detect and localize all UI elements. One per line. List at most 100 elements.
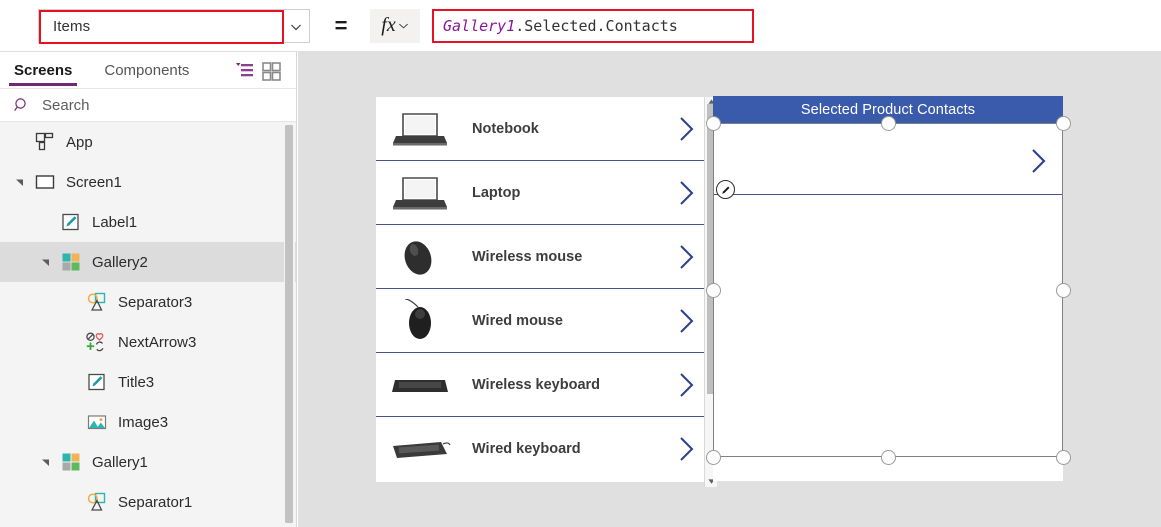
edit-pencil-badge[interactable] — [716, 180, 735, 199]
tree-item-label: Separator1 — [118, 493, 193, 511]
gallery-icon — [60, 451, 82, 473]
caret-placeholder — [66, 376, 78, 388]
gallery-item-title: Wireless keyboard — [472, 376, 601, 393]
tree-item-label: Title3 — [118, 373, 155, 391]
gallery-item-title: Laptop — [472, 184, 521, 201]
tree-item-label: Image3 — [118, 413, 169, 431]
sidebar-item-title3[interactable]: Title3 — [0, 362, 296, 402]
fx-button[interactable]: fx — [370, 8, 420, 43]
wired-keyboard-thumbnail — [388, 427, 452, 471]
chevron-down-icon — [291, 24, 301, 30]
tab-screens[interactable]: Screens — [9, 52, 78, 88]
gallery-header-bar: Selected Product Contacts — [713, 96, 1063, 123]
formula-remainder: .Selected.Contacts — [515, 16, 678, 35]
caret-placeholder — [66, 336, 78, 348]
gallery-item-title: Wired keyboard — [472, 441, 581, 457]
tree-item-label: Screen1 — [66, 173, 122, 191]
chevron-right-icon[interactable] — [677, 307, 697, 335]
equals-sign: = — [334, 12, 348, 38]
property-dropdown-value: Items — [53, 18, 91, 35]
property-dropdown-box[interactable]: Items — [39, 9, 284, 44]
sidebar-item-separator3[interactable]: Separator3 — [0, 282, 296, 322]
gallery-item[interactable]: Wireless keyboard — [376, 353, 710, 417]
shapes-icon — [86, 491, 108, 513]
sidebar-item-screen1[interactable]: Screen1 — [0, 162, 296, 202]
laptop-thumbnail — [388, 171, 452, 215]
sidebar-scrollbar-track[interactable] — [284, 122, 295, 527]
sidebar-item-gallery1[interactable]: Gallery1 — [0, 442, 296, 482]
chevron-right-icon[interactable] — [677, 371, 697, 399]
gallery-item[interactable]: Wired mouse — [376, 289, 710, 353]
gallery-header-title: Selected Product Contacts — [800, 101, 976, 118]
chevron-right-icon[interactable] — [677, 243, 697, 271]
icon-set-icon — [86, 331, 108, 353]
caret-expanded-icon[interactable] — [40, 456, 52, 468]
image-icon — [86, 411, 108, 433]
left-sidebar: Screens Components Search App Screen1 La… — [0, 52, 297, 527]
selected-product-contacts-gallery[interactable]: Selected Product Contacts — [713, 96, 1063, 481]
sidebar-item-gallery2[interactable]: Gallery2 — [0, 242, 296, 282]
tab-components[interactable]: Components — [99, 52, 194, 88]
gallery-item-title: Notebook — [472, 120, 539, 137]
formula-input[interactable]: Gallery1 .Selected.Contacts — [432, 8, 754, 43]
notebook-thumbnail — [388, 107, 452, 151]
screens-tree: App Screen1 Label1 Gallery2 Separator3 NextAr… — [0, 122, 296, 527]
wireless-mouse-thumbnail — [388, 235, 452, 279]
sidebar-item-nextarrow3[interactable]: NextArrow3 — [0, 322, 296, 362]
wireless-keyboard-thumbnail — [388, 363, 452, 407]
gallery-item[interactable]: Laptop — [376, 161, 710, 225]
search-input-placeholder: Search — [42, 96, 90, 114]
tree-item-label: Separator3 — [118, 293, 193, 311]
caret-placeholder — [40, 216, 52, 228]
app-canvas: Notebook Laptop Wireless mouse Wired mouse W… — [298, 52, 1161, 527]
shapes-icon — [86, 291, 108, 313]
sidebar-item-app[interactable]: App — [0, 122, 296, 162]
chevron-right-icon[interactable] — [677, 115, 697, 143]
sidebar-item-label1[interactable]: Label1 — [0, 202, 296, 242]
app-icon — [34, 131, 56, 153]
caret-expanded-icon[interactable] — [14, 176, 26, 188]
property-dropdown[interactable]: Items — [38, 8, 310, 44]
search-icon — [14, 98, 26, 111]
sidebar-tabs: Screens Components — [0, 52, 296, 88]
tree-item-label: Label1 — [92, 213, 138, 231]
gallery-item[interactable]: Wired keyboard — [376, 417, 710, 481]
tree-item-label: Gallery1 — [92, 453, 148, 471]
gallery-item-title: Wired mouse — [472, 312, 563, 329]
chevron-right-icon[interactable] — [677, 179, 697, 207]
screen-icon — [34, 171, 56, 193]
gallery-item-title: Wireless mouse — [472, 248, 583, 265]
gallery-item[interactable]: Wireless mouse — [376, 225, 710, 289]
gallery-item[interactable]: Notebook — [376, 97, 710, 161]
tree-view-icon[interactable] — [232, 58, 258, 84]
tree-item-label: Gallery2 — [92, 253, 148, 271]
wired-mouse-thumbnail — [388, 298, 452, 343]
caret-placeholder — [66, 416, 78, 428]
chevron-right-icon[interactable] — [1028, 146, 1050, 176]
caret-expanded-icon[interactable] — [40, 256, 52, 268]
product-gallery[interactable]: Notebook Laptop Wireless mouse Wired mouse W… — [376, 97, 710, 482]
tree-item-label: NextArrow3 — [118, 333, 197, 351]
caret-placeholder — [66, 496, 78, 508]
gallery-empty-row[interactable] — [713, 123, 1063, 195]
tree-item-label: App — [66, 133, 93, 151]
tab-screens-label: Screens — [14, 61, 73, 79]
caret-placeholder — [66, 296, 78, 308]
caret-placeholder — [14, 136, 26, 148]
chevron-right-icon[interactable] — [677, 435, 697, 463]
tab-components-label: Components — [104, 61, 190, 79]
thumbnail-view-icon[interactable] — [258, 58, 284, 84]
label-icon — [86, 371, 108, 393]
formula-bar: Items = fx Gallery1 .Selected.Contacts — [0, 0, 1161, 52]
gallery-icon — [60, 251, 82, 273]
sidebar-scrollbar-thumb[interactable] — [285, 125, 293, 523]
label-icon — [60, 211, 82, 233]
powerapps-studio-window: Items = fx Gallery1 .Selected.Contacts Sc… — [0, 0, 1161, 527]
sidebar-item-image3[interactable]: Image3 — [0, 402, 296, 442]
search-bar[interactable]: Search — [0, 88, 296, 122]
pencil-icon — [721, 186, 729, 194]
formula-identifier: Gallery1 — [443, 16, 516, 35]
fx-label: fx — [381, 14, 396, 36]
sidebar-item-separator1[interactable]: Separator1 — [0, 482, 296, 522]
chevron-down-icon — [398, 23, 408, 29]
